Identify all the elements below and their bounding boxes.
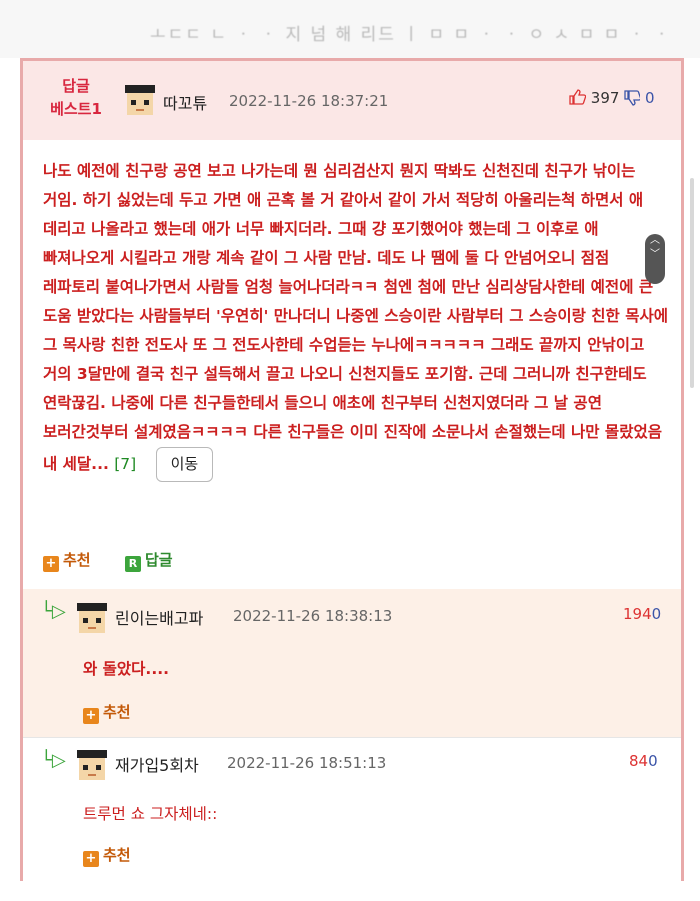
avatar-icon (125, 85, 155, 115)
dislike-count: 0 (648, 752, 658, 770)
vote-count: 1940 (623, 605, 661, 623)
recommend-button[interactable]: + 추천 (83, 844, 131, 867)
scrollbar[interactable] (690, 178, 694, 388)
comment-frame: 답글 베스트1 따꼬튜 2022-11-26 18:37:21 397 0 나도… (20, 58, 684, 882)
thumbs-up-icon[interactable] (569, 89, 587, 105)
best-comment-body: 나도 예전에 친구랑 공연 보고 나가는데 뭔 심리검산지 뭔지 딱봐도 신천진… (43, 157, 669, 482)
recommend-button[interactable]: + 추천 (43, 549, 91, 572)
best-comment-text: 나도 예전에 친구랑 공연 보고 나가는데 뭔 심리검산지 뭔지 딱봐도 신천진… (43, 162, 668, 473)
recommend-label: 추천 (103, 703, 131, 721)
thumbs-down-icon[interactable] (624, 90, 642, 106)
reply-arrow-icon: └▷ (41, 601, 66, 622)
reply-count-link[interactable]: [7] (114, 455, 136, 473)
dislike-count: 0 (644, 89, 655, 107)
recommend-label: 추천 (63, 551, 91, 569)
comment-date: 2022-11-26 18:37:21 (229, 92, 389, 110)
best-comment-header: 답글 베스트1 따꼬튜 2022-11-26 18:37:21 397 0 (23, 61, 681, 140)
move-button[interactable]: 이동 (155, 447, 214, 482)
best-badge-line2: 베스트1 (50, 100, 102, 118)
avatar-icon (77, 750, 107, 780)
recommend-label: 추천 (103, 846, 131, 864)
dislike-count: 0 (651, 605, 662, 623)
scroll-handle[interactable]: ︿ ﹀ (645, 234, 665, 284)
top-faded-strip: ㅗㄷㄷ ㄴ ㆍ ㆍ 지 넘 해 리드 ㅣ ㅁ ㅁ ㆍ ㆍ ㅇ ㅅ ㅁ ㅁ ㆍ ㆍ (0, 0, 700, 58)
reply-arrow-icon: └▷ (41, 750, 66, 771)
author-name[interactable]: 따꼬튜 (163, 90, 207, 114)
reply-r-icon: R (125, 556, 141, 572)
comment-date: 2022-11-26 18:38:13 (233, 607, 393, 625)
best-badge-line1: 답글 (62, 77, 90, 95)
author-name[interactable]: 린이는배고파 (115, 605, 203, 629)
like-count: 84 (629, 752, 649, 770)
plus-icon: + (43, 556, 59, 572)
faded-header-text: ㅗㄷㄷ ㄴ ㆍ ㆍ 지 넘 해 리드 ㅣ ㅁ ㅁ ㆍ ㆍ ㅇ ㅅ ㅁ ㅁ ㆍ ㆍ (150, 25, 672, 45)
reply-button[interactable]: R 답글 (125, 549, 173, 572)
recommend-button[interactable]: + 추천 (83, 701, 131, 724)
vote-area: 397 0 (569, 89, 655, 107)
chevron-up-icon: ︿ (650, 235, 660, 246)
author-name[interactable]: 재가입5회차 (115, 752, 199, 776)
best-badge: 답글 베스트1 (41, 75, 111, 121)
plus-icon: + (83, 708, 99, 724)
reply-item: └▷ 린이는배고파 2022-11-26 18:38:13 1940 와 돌았다… (23, 589, 681, 737)
like-count: 194 (623, 605, 652, 623)
chevron-down-icon: ﹀ (650, 249, 660, 260)
reply-text: 트루먼 쇼 그자체네:: (83, 805, 218, 823)
reply-item: └▷ 재가입5회차 2022-11-26 18:51:13 840 트루먼 쇼 … (23, 737, 681, 882)
comment-date: 2022-11-26 18:51:13 (227, 754, 387, 772)
vote-count: 840 (629, 752, 658, 770)
plus-icon: + (83, 851, 99, 867)
like-count: 397 (590, 89, 620, 107)
reply-label: 답글 (145, 551, 173, 569)
avatar-icon (77, 603, 107, 633)
reply-text: 와 돌았다.... (83, 660, 169, 678)
